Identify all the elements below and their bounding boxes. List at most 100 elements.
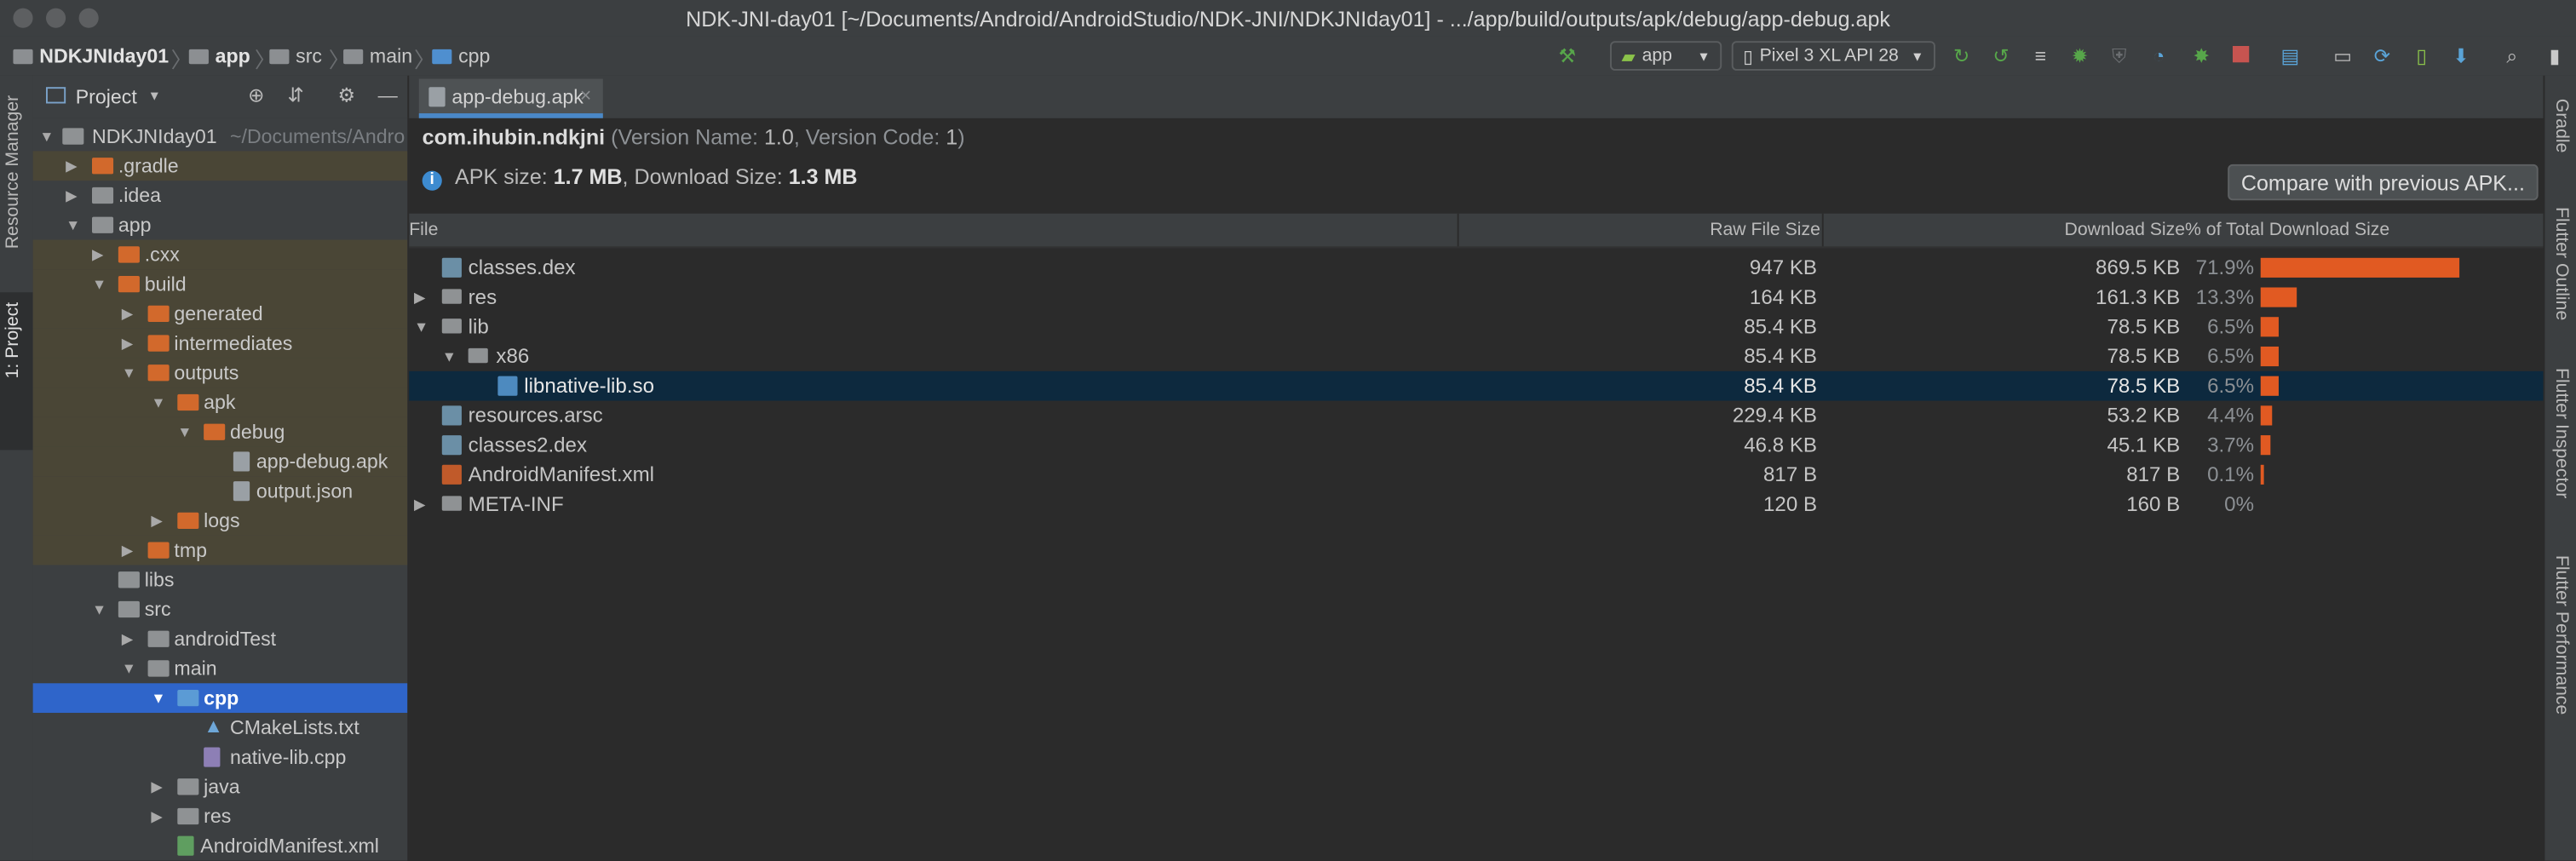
column-header-download-size[interactable]: Download Size [1987,220,2186,239]
sdk-manager-icon[interactable]: ⬇ [2451,46,2470,66]
tree-item[interactable]: ▲ CMakeLists.txt [33,713,408,743]
column-header-raw-size[interactable]: Raw File Size [1559,220,1820,239]
collapse-all-icon[interactable]: ⇵ [286,85,306,105]
profile-icon[interactable]: ◔ [2149,46,2169,66]
chevron-down-icon[interactable]: ▼ [148,89,161,103]
table-row[interactable]: ▼ lib 85.4 KB 78.5 KB 6.5% [409,312,2543,342]
tree-item[interactable]: ▶ .idea [33,181,408,210]
debug-icon[interactable]: ✹ [2070,46,2090,66]
compare-apk-button[interactable]: Compare with previous APK... [2228,164,2539,201]
column-divider[interactable] [1457,213,1459,247]
column-header-percent[interactable]: % of Total Download Size [2185,220,2389,239]
chevron-down-icon[interactable]: ▼ [414,319,428,335]
apply-changes-icon[interactable]: ↻ [1952,46,1971,66]
tree-item[interactable]: ▶ intermediates [32,328,408,359]
chevron-down-icon[interactable]: ▼ [92,276,106,292]
settings-icon[interactable]: ▮ [2544,46,2564,66]
tree-item[interactable]: libs [33,565,408,594]
run-config-select[interactable]: ▰ app ▼ [1610,41,1722,71]
chevron-right-icon[interactable]: ▶ [151,778,162,796]
flutter-performance-tab[interactable]: Flutter Performance [2551,555,2571,715]
chevron-down-icon[interactable]: ▼ [151,690,165,706]
chevron-right-icon[interactable]: ▶ [122,306,133,324]
tree-item[interactable]: AndroidManifest.xml [33,831,408,861]
tree-item[interactable]: ▶ logs [32,506,408,536]
chevron-right-icon[interactable]: ▶ [414,289,425,307]
chevron-down-icon[interactable]: ▼ [151,394,165,410]
terminal-icon[interactable]: ▭ [2333,46,2353,66]
hide-panel-icon[interactable]: — [378,85,398,105]
tab-app-debug-apk[interactable]: app-debug.apk × [418,78,603,118]
tree-item[interactable]: native-lib.cpp [33,743,408,772]
tree-item[interactable]: ▼ apk [32,387,408,417]
attach-debugger-process-icon[interactable]: ✸ [2192,46,2211,66]
flutter-inspector-tab[interactable]: Flutter Inspector [2551,368,2571,498]
tree-item[interactable]: ▼ build [32,269,408,300]
chevron-right-icon[interactable]: ▶ [414,496,425,514]
attach-debugger-icon[interactable]: ⛨ [2109,46,2129,66]
chevron-right-icon[interactable]: ▶ [66,158,77,175]
chevron-right-icon[interactable]: ▶ [122,542,133,560]
sync-gradle-icon[interactable]: ⟳ [2372,46,2392,66]
gear-icon[interactable]: ⚙ [336,85,356,105]
tree-item-selected[interactable]: ▼ cpp [32,683,408,714]
chevron-right-icon[interactable]: ▶ [151,513,162,531]
table-row[interactable]: ▶ META-INF 120 B 160 B 0% [409,490,2543,519]
table-row-selected[interactable]: libnative-lib.so 85.4 KB 78.5 KB 6.5% [409,370,2544,401]
breadcrumb-main[interactable]: main [343,44,412,67]
chevron-down-icon[interactable]: ▼ [122,660,136,676]
tree-item[interactable]: ▶ .cxx [32,239,408,270]
breadcrumb-app[interactable]: app [188,44,250,67]
tree-item[interactable]: ▶ .gradle [32,151,408,181]
close-tab-icon[interactable]: × [580,83,592,106]
chevron-right-icon[interactable]: ▶ [92,246,103,264]
breadcrumb-project[interactable]: NDKJNIday01 [13,44,169,67]
chevron-down-icon[interactable]: ▼ [39,128,54,144]
project-structure-icon[interactable]: ▤ [2280,46,2300,66]
chevron-down-icon[interactable]: ▼ [177,424,192,440]
table-row[interactable]: ▶ res 164 KB 161.3 KB 13.3% [409,283,2543,313]
locate-file-icon[interactable]: ⊕ [246,85,266,105]
search-icon[interactable]: ⌕ [2502,46,2521,66]
tree-item[interactable]: ▼ main [33,654,408,684]
table-row[interactable]: classes.dex 947 KB 869.5 KB 71.9% [409,253,2543,283]
breadcrumb-src[interactable]: src [269,44,322,67]
chevron-right-icon[interactable]: ▶ [122,631,133,649]
project-view-select[interactable]: Project [76,85,137,108]
apply-code-changes-icon[interactable]: ↺ [1991,46,2010,66]
column-divider[interactable] [1821,213,1824,247]
table-row[interactable]: resources.arsc 229.4 KB 53.2 KB 4.4% [409,401,2543,431]
chevron-right-icon[interactable]: ▶ [151,808,162,826]
table-row[interactable]: classes2.dex 46.8 KB 45.1 KB 3.7% [409,430,2543,460]
chevron-down-icon[interactable]: ▼ [66,217,80,233]
tree-item[interactable]: output.json [32,476,408,507]
tree-item[interactable]: ▼ src [33,594,408,624]
tree-item[interactable]: ▶ res [33,801,408,831]
tree-item[interactable]: ▶ java [33,772,408,801]
table-row[interactable]: ▼ x86 85.4 KB 78.5 KB 6.5% [409,342,2543,371]
chevron-down-icon[interactable]: ▼ [92,601,106,617]
chevron-down-icon[interactable]: ▼ [442,348,457,364]
tree-item[interactable]: ▼ app [33,210,408,240]
table-row[interactable]: AndroidManifest.xml 817 B 817 B 0.1% [409,460,2543,490]
tree-item[interactable]: ▼ debug [32,416,408,447]
tree-item[interactable]: ▶ androidTest [33,624,408,654]
stop-icon[interactable] [2231,46,2251,66]
tree-item[interactable]: ▶ generated [32,299,408,329]
avd-manager-icon[interactable]: ▯ [2412,46,2431,66]
project-tool-tab-active[interactable]: 1: Project [0,292,33,451]
column-header-file[interactable]: File [409,220,438,239]
tree-item-root[interactable]: ▼ NDKJNIday01 ~/Documents/Andro [33,122,408,152]
breadcrumb-cpp[interactable]: cpp [432,44,490,67]
flutter-outline-tab[interactable]: Flutter Outline [2551,207,2571,320]
device-select[interactable]: ▯ Pixel 3 XL API 28 ▼ [1731,41,1935,71]
chevron-down-icon[interactable]: ▼ [122,364,136,381]
chevron-right-icon[interactable]: ▶ [122,335,133,353]
tree-item[interactable]: ▼ outputs [32,358,408,388]
tree-item[interactable]: ▶ tmp [32,535,408,565]
resource-manager-tab[interactable]: Resource Manager [3,95,23,249]
logcat-icon[interactable]: ≡ [2031,46,2050,66]
hammer-build-icon[interactable]: ⚒ [1557,46,1577,66]
tree-item[interactable]: app-debug.apk [32,446,408,477]
gradle-tab[interactable]: Gradle [2551,99,2571,153]
